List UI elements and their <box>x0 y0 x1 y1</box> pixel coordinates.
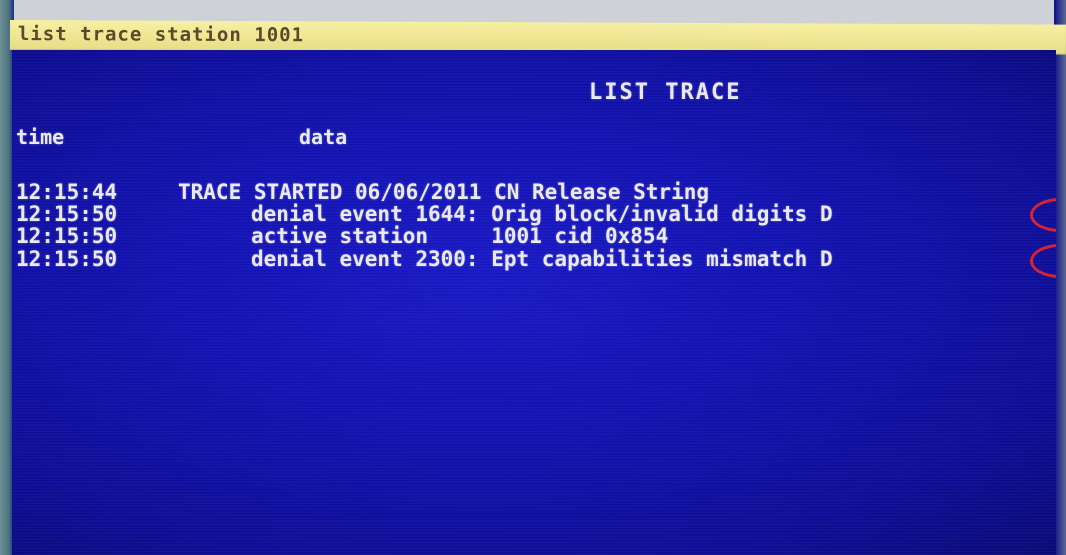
screen-title: LIST TRACE <box>589 80 742 105</box>
terminal-photo: list trace station 1001 LIST TRACE time … <box>0 0 1066 555</box>
time-column-header: time <box>16 125 65 149</box>
trace-data: denial event 2300: Ept capabilities mism… <box>251 247 833 271</box>
trace-data: active station 1001 cid 0x854 <box>251 224 669 248</box>
terminal-screen: LIST TRACE time data 12:15:44 TRACE STAR… <box>12 50 1056 555</box>
trace-data: denial event 1644: Orig block/invalid di… <box>251 202 833 226</box>
trace-row: 12:15:50 active station 1001 cid 0x854 <box>16 224 1056 248</box>
command-line-input[interactable]: list trace station 1001 <box>18 23 304 46</box>
trace-data: TRACE STARTED 06/06/2011 CN Release Stri… <box>178 180 710 204</box>
trace-row: 12:15:50 denial event 2300: Ept capabili… <box>16 247 1056 271</box>
trace-time: 12:15:50 <box>16 202 118 226</box>
trace-time: 12:15:44 <box>16 180 118 204</box>
trace-row: 12:15:44 TRACE STARTED 06/06/2011 CN Rel… <box>16 180 1056 204</box>
trace-row: 12:15:50 denial event 1644: Orig block/i… <box>16 202 1056 226</box>
trace-time: 12:15:50 <box>16 247 118 271</box>
data-column-header: data <box>299 125 348 149</box>
trace-time: 12:15:50 <box>16 224 118 248</box>
